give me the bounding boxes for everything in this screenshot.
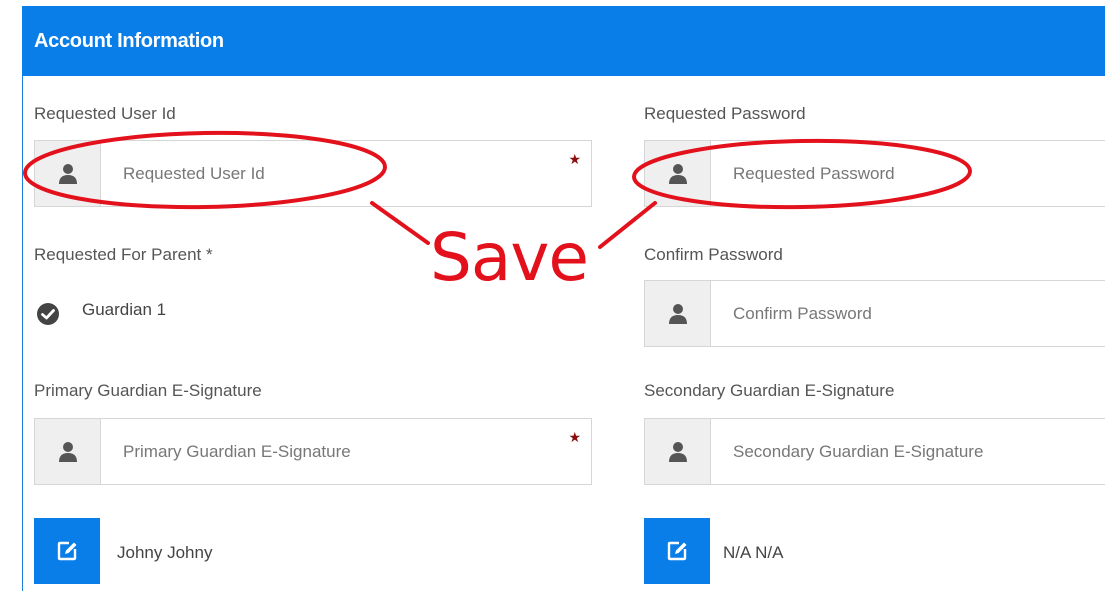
annotation-line-right: [598, 201, 657, 249]
check-circle-icon[interactable]: [36, 302, 60, 326]
panel-border: [22, 76, 23, 591]
user-icon: [668, 441, 687, 462]
user-id-addon: [35, 141, 101, 206]
section-header: Account Information: [22, 6, 1105, 76]
parent-label: Requested For Parent *: [34, 245, 213, 264]
confirm-password-addon: [645, 281, 711, 346]
user-icon: [668, 303, 687, 324]
edit-icon: [57, 541, 77, 561]
annotation-line-left: [370, 201, 430, 245]
user-icon: [58, 163, 77, 184]
edit-icon: [667, 541, 687, 561]
user-id-placeholder: Requested User Id: [123, 164, 265, 183]
primary-signature-field[interactable]: Primary Guardian E-Signature ★: [34, 418, 592, 485]
parent-option-guardian[interactable]: Guardian 1: [82, 300, 166, 320]
secondary-signature-field[interactable]: Secondary Guardian E-Signature: [644, 418, 1105, 485]
confirm-password-field[interactable]: Confirm Password: [644, 280, 1105, 347]
secondary-signature-label: Secondary Guardian E-Signature: [644, 381, 895, 400]
password-field[interactable]: Requested Password: [644, 140, 1105, 207]
required-star-icon: ★: [568, 429, 581, 445]
required-star-icon: ★: [568, 151, 581, 167]
confirm-password-label: Confirm Password: [644, 245, 783, 264]
password-placeholder: Requested Password: [733, 164, 895, 183]
user-id-field[interactable]: Requested User Id ★: [34, 140, 592, 207]
annotation-save-text: Save: [430, 219, 589, 296]
user-id-label: Requested User Id: [34, 104, 176, 123]
primary-signature-label: Primary Guardian E-Signature: [34, 381, 262, 400]
user-icon: [668, 163, 687, 184]
primary-sign-button[interactable]: [34, 518, 100, 584]
secondary-signer-name: N/A N/A: [723, 543, 784, 562]
confirm-password-placeholder: Confirm Password: [733, 304, 872, 323]
user-icon: [58, 441, 77, 462]
password-addon: [645, 141, 711, 206]
secondary-signature-addon: [645, 419, 711, 484]
secondary-sign-button[interactable]: [644, 518, 710, 584]
password-label: Requested Password: [644, 104, 806, 123]
primary-signature-placeholder: Primary Guardian E-Signature: [123, 442, 351, 461]
section-title: Account Information: [34, 30, 224, 52]
primary-signature-addon: [35, 419, 101, 484]
primary-signer-name: Johny Johny: [117, 543, 213, 562]
secondary-signature-placeholder: Secondary Guardian E-Signature: [733, 442, 984, 461]
